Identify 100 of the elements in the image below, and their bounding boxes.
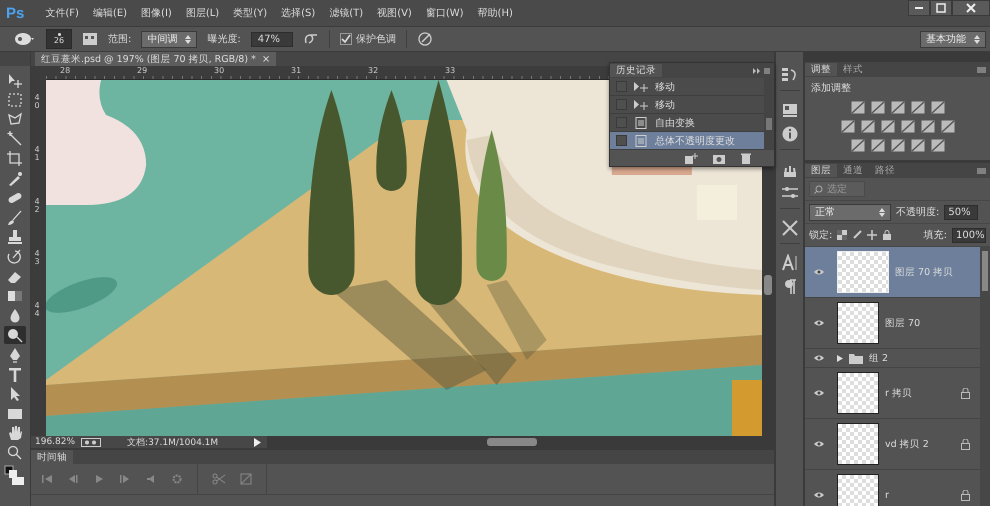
new-document-icon[interactable]: [684, 152, 698, 164]
scrollbar-thumb[interactable]: [764, 275, 772, 295]
trash-icon[interactable]: [740, 152, 752, 164]
ruler-label: 28: [60, 66, 72, 77]
adjustment-icon[interactable]: [890, 101, 904, 114]
horizontal-scrollbar[interactable]: [267, 436, 774, 448]
menu-item[interactable]: 帮助(H): [470, 6, 520, 20]
menu-item[interactable]: 编辑(E): [86, 6, 134, 20]
lock-icon[interactable]: [882, 230, 892, 240]
info-icon[interactable]: [780, 125, 798, 143]
move-icon[interactable]: [867, 230, 878, 240]
adjustment-icon[interactable]: [850, 139, 864, 152]
opacity-field[interactable]: 50%: [944, 204, 978, 220]
menu-item[interactable]: 类型(Y): [226, 6, 274, 20]
layer-name: 组 2: [869, 352, 888, 364]
ruler-label: 41: [34, 146, 41, 162]
menu-item[interactable]: 图像(I): [134, 6, 179, 20]
camera-icon[interactable]: [712, 152, 726, 164]
eye-icon[interactable]: [813, 354, 825, 362]
adjustment-icon[interactable]: [910, 139, 924, 152]
adjustment-icon[interactable]: [870, 101, 884, 114]
eye-icon[interactable]: [813, 268, 825, 276]
menu-item[interactable]: 滤镜(T): [322, 6, 370, 20]
layer-name: 图层 70 拷贝: [895, 266, 954, 278]
play-icon[interactable]: [253, 438, 262, 446]
adjustment-icon[interactable]: [850, 101, 864, 114]
move-tool-icon: [633, 80, 649, 92]
history-tab[interactable]: 历史记录: [610, 64, 662, 77]
history-panel-icon[interactable]: [780, 66, 798, 84]
menu-item[interactable]: 图层(L): [178, 6, 226, 20]
layer-thumbnail: [837, 474, 879, 506]
timeline-tab[interactable]: 时间轴: [31, 450, 73, 464]
history-state[interactable]: 总体不透明度更改: [610, 132, 764, 150]
exposure-field[interactable]: 47%: [250, 32, 293, 46]
panel-tab[interactable]: 调整: [805, 63, 837, 76]
eye-icon[interactable]: [813, 389, 825, 397]
adjustment-icon[interactable]: [920, 120, 934, 133]
adjustment-icon[interactable]: [900, 120, 914, 133]
vertical-scrollbar[interactable]: [764, 78, 774, 150]
panel-tab[interactable]: 图层: [805, 164, 837, 177]
eye-icon[interactable]: [813, 440, 825, 448]
dodge-tool-icon[interactable]: [14, 32, 36, 46]
document-tab[interactable]: 红豆薏米.psd @ 197% (图层 70 拷贝, RGB/8) * ×: [35, 52, 276, 66]
brush-icon[interactable]: [852, 230, 862, 240]
scrollbar-thumb[interactable]: [982, 251, 988, 291]
layer-row[interactable]: r 拷贝: [805, 368, 980, 419]
minimize-button[interactable]: [908, 0, 930, 16]
zoom-level[interactable]: 196.82%: [35, 437, 76, 447]
dodge-tool-icon[interactable]: [4, 326, 26, 344]
close-button[interactable]: [952, 0, 990, 16]
vertical-scrollbar[interactable]: [980, 247, 990, 506]
menu-icon[interactable]: [974, 166, 986, 174]
properties-icon[interactable]: [780, 101, 798, 119]
range-dropdown[interactable]: 中间调: [141, 30, 198, 48]
character-panel-icon[interactable]: [780, 254, 798, 272]
layer-group-row[interactable]: 组 2: [805, 349, 980, 368]
lock-transparency-icon[interactable]: [837, 230, 848, 240]
brush-size-picker[interactable]: 26: [46, 29, 72, 49]
layer-thumbnail: [837, 423, 879, 465]
layer-row[interactable]: vd 拷贝 2: [805, 419, 980, 470]
menu-item[interactable]: 视图(V): [370, 6, 419, 20]
layer-row[interactable]: r: [805, 470, 980, 506]
adjustment-icon[interactable]: [930, 139, 944, 152]
fill-field[interactable]: 100%: [952, 228, 986, 242]
menu-item[interactable]: 选择(S): [274, 6, 322, 20]
layer-row[interactable]: 图层 70: [805, 298, 980, 349]
blend-mode-dropdown[interactable]: 正常: [809, 204, 891, 220]
layer-thumbnail: [837, 302, 879, 344]
menu-icon[interactable]: [974, 66, 986, 74]
panel-tab[interactable]: 样式: [837, 63, 869, 76]
maximize-button[interactable]: [930, 0, 952, 16]
eye-icon[interactable]: [813, 319, 825, 327]
scrollbar-thumb[interactable]: [487, 438, 538, 446]
layer-row[interactable]: 图层 70 拷贝: [805, 247, 980, 298]
menu-item[interactable]: 窗口(W): [418, 6, 471, 20]
eye-icon[interactable]: [813, 491, 825, 499]
adjustment-icon[interactable]: [910, 101, 924, 114]
history-state[interactable]: 移动: [610, 78, 764, 96]
history-state[interactable]: 移动: [610, 96, 764, 114]
adjustment-icon[interactable]: [870, 139, 884, 152]
panel-tab[interactable]: 路径: [869, 164, 901, 177]
adjustment-icon[interactable]: [840, 120, 854, 133]
adjustment-icon[interactable]: [940, 120, 954, 133]
color-swatches-icon[interactable]: [4, 465, 26, 486]
panel-tab[interactable]: 通道: [837, 164, 869, 177]
menu-icon[interactable]: [752, 66, 770, 74]
protect-tones-checkbox[interactable]: 保护色调: [340, 32, 396, 46]
close-tab-button[interactable]: ×: [262, 54, 270, 64]
workspace-dropdown[interactable]: 基本功能: [920, 30, 986, 48]
scrollbar-thumb[interactable]: [766, 118, 772, 130]
adjustment-icon[interactable]: [880, 120, 894, 133]
adjustment-icon[interactable]: [890, 139, 904, 152]
fill-label: 填充:: [924, 228, 947, 242]
brush-panel-icon[interactable]: [82, 32, 98, 46]
adjustment-icon[interactable]: [930, 101, 944, 114]
expand-caret-icon[interactable]: [837, 354, 843, 362]
menu-item[interactable]: 文件(F): [38, 6, 86, 20]
document-icon: [633, 134, 649, 146]
adjustment-icon[interactable]: [860, 120, 874, 133]
spinner-arrows-icon: [974, 34, 980, 44]
